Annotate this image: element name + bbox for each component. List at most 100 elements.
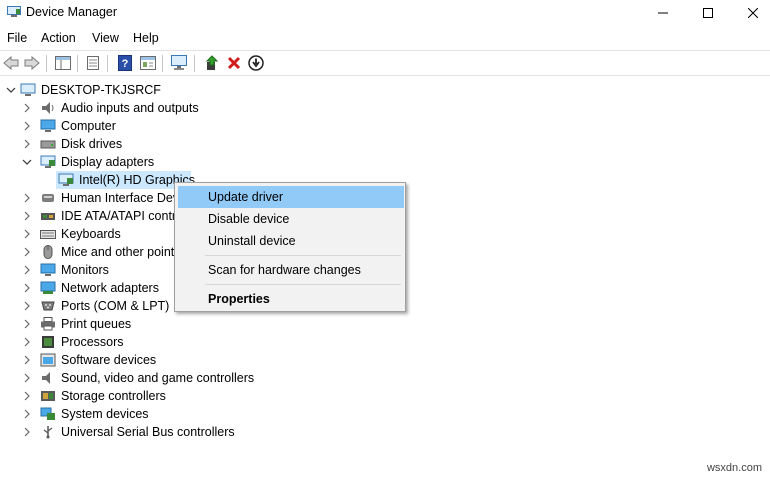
toolbar: ? (0, 50, 770, 76)
computer-icon (20, 83, 36, 96)
scan-hardware-button[interactable] (170, 54, 188, 72)
chevron-right-icon[interactable] (22, 373, 32, 383)
details-button[interactable] (139, 54, 157, 72)
chevron-right-icon[interactable] (22, 355, 32, 365)
title-bar: Device Manager (0, 0, 770, 26)
chevron-right-icon[interactable] (22, 193, 32, 203)
list-view-button[interactable] (84, 54, 102, 72)
usb-icon (43, 426, 53, 439)
tree-category-label: Print queues (61, 317, 132, 331)
menu-help[interactable]: Help (133, 31, 159, 45)
tree-category[interactable]: Processors (22, 333, 124, 351)
menu-separator (205, 284, 401, 285)
close-button[interactable] (730, 0, 770, 26)
chevron-right-icon[interactable] (22, 283, 32, 293)
chevron-right-icon[interactable] (22, 121, 32, 131)
chevron-right-icon[interactable] (22, 229, 32, 239)
tree-category[interactable]: Keyboards (22, 225, 121, 243)
update-driver-menu-item[interactable]: Update driver (178, 186, 404, 208)
tree-category-label: System devices (61, 407, 149, 421)
tree-category-label: Network adapters (61, 281, 159, 295)
uninstall-device-menu-item[interactable]: Uninstall device (178, 230, 404, 252)
forward-button[interactable] (23, 54, 41, 72)
chevron-right-icon[interactable] (22, 211, 32, 221)
toolbar-separator (77, 55, 78, 72)
list-view-icon (87, 56, 99, 70)
tree-category-label: Ports (COM & LPT) (61, 299, 170, 313)
chevron-down-icon[interactable] (22, 157, 32, 167)
context-menu: Update driver Disable device Uninstall d… (174, 182, 406, 312)
disable-icon (248, 55, 264, 71)
tree-category[interactable]: Mice and other point (22, 243, 174, 261)
tree-category[interactable]: Network adapters (22, 279, 159, 297)
minimize-button[interactable] (640, 0, 686, 26)
tree-category[interactable]: Universal Serial Bus controllers (22, 423, 235, 441)
processor-icon (42, 336, 54, 348)
chevron-right-icon[interactable] (22, 301, 32, 311)
display-adapter-icon (58, 173, 74, 186)
tree-category-label: Universal Serial Bus controllers (61, 425, 235, 439)
monitor-icon (40, 263, 56, 276)
tree-root-label: DESKTOP-TKJSRCF (41, 83, 161, 97)
chevron-right-icon[interactable] (22, 391, 32, 401)
properties-menu-item[interactable]: Properties (178, 288, 404, 310)
minimize-icon (658, 12, 668, 14)
tree-category[interactable]: IDE ATA/ATAPI contro (22, 207, 183, 225)
help-icon: ? (118, 55, 132, 71)
scan-hardware-menu-item[interactable]: Scan for hardware changes (178, 259, 404, 281)
tree-category-expanded[interactable]: Display adapters (22, 153, 154, 171)
watermark: wsxdn.com (706, 462, 762, 474)
disk-drive-icon (40, 140, 56, 149)
tree-category[interactable]: Computer (22, 117, 116, 135)
disable-device-button[interactable] (247, 54, 265, 72)
maximize-icon (703, 8, 713, 18)
chevron-right-icon[interactable] (22, 139, 32, 149)
menu-action[interactable]: Action (41, 31, 76, 45)
mouse-icon (43, 245, 53, 259)
tree-category[interactable]: Sound, video and game controllers (22, 369, 254, 387)
chevron-right-icon[interactable] (22, 409, 32, 419)
svg-text:?: ? (122, 58, 129, 70)
tree-category[interactable]: Print queues (22, 315, 131, 333)
ide-controller-icon (41, 213, 55, 220)
chevron-right-icon[interactable] (22, 337, 32, 347)
scan-monitor-icon (171, 55, 187, 70)
tree-category-label: Disk drives (61, 137, 123, 151)
update-driver-button[interactable] (203, 54, 221, 72)
tree-category-label: Mice and other point (61, 245, 175, 259)
chevron-right-icon[interactable] (22, 265, 32, 275)
tree-category-label: Display adapters (61, 155, 155, 169)
properties-pane-icon (55, 56, 71, 70)
tree-category[interactable]: Human Interface Dev (22, 189, 179, 207)
help-button[interactable]: ? (116, 54, 134, 72)
disable-device-menu-item[interactable]: Disable device (178, 208, 404, 230)
uninstall-device-button[interactable] (225, 54, 243, 72)
toolbar-separator (46, 55, 47, 72)
chevron-right-icon[interactable] (22, 427, 32, 437)
show-hide-pane-button[interactable] (54, 54, 72, 72)
chevron-right-icon[interactable] (22, 103, 32, 113)
tree-category-label: Computer (61, 119, 116, 133)
tree-root[interactable]: DESKTOP-TKJSRCF (4, 81, 161, 99)
chevron-right-icon[interactable] (22, 247, 32, 257)
tree-category[interactable]: Audio inputs and outputs (22, 99, 199, 117)
menu-view[interactable]: View (92, 31, 119, 45)
maximize-button[interactable] (685, 0, 731, 26)
printer-icon (41, 317, 55, 331)
tree-category-label: Software devices (61, 353, 157, 367)
tree-category[interactable]: Software devices (22, 351, 156, 369)
back-button[interactable] (2, 54, 20, 72)
tree-category-label: Processors (61, 335, 124, 349)
chevron-down-icon[interactable] (6, 85, 16, 95)
chevron-right-icon[interactable] (22, 319, 32, 329)
storage-controller-icon (41, 391, 55, 401)
display-adapter-icon (40, 155, 56, 168)
tree-category[interactable]: Disk drives (22, 135, 122, 153)
system-device-icon (40, 407, 55, 420)
tree-category[interactable]: Monitors (22, 261, 109, 279)
computer-icon (40, 119, 56, 132)
tree-category[interactable]: System devices (22, 405, 149, 423)
tree-category[interactable]: Ports (COM & LPT) (22, 297, 169, 315)
menu-file[interactable]: File (7, 31, 27, 45)
tree-category[interactable]: Storage controllers (22, 387, 166, 405)
